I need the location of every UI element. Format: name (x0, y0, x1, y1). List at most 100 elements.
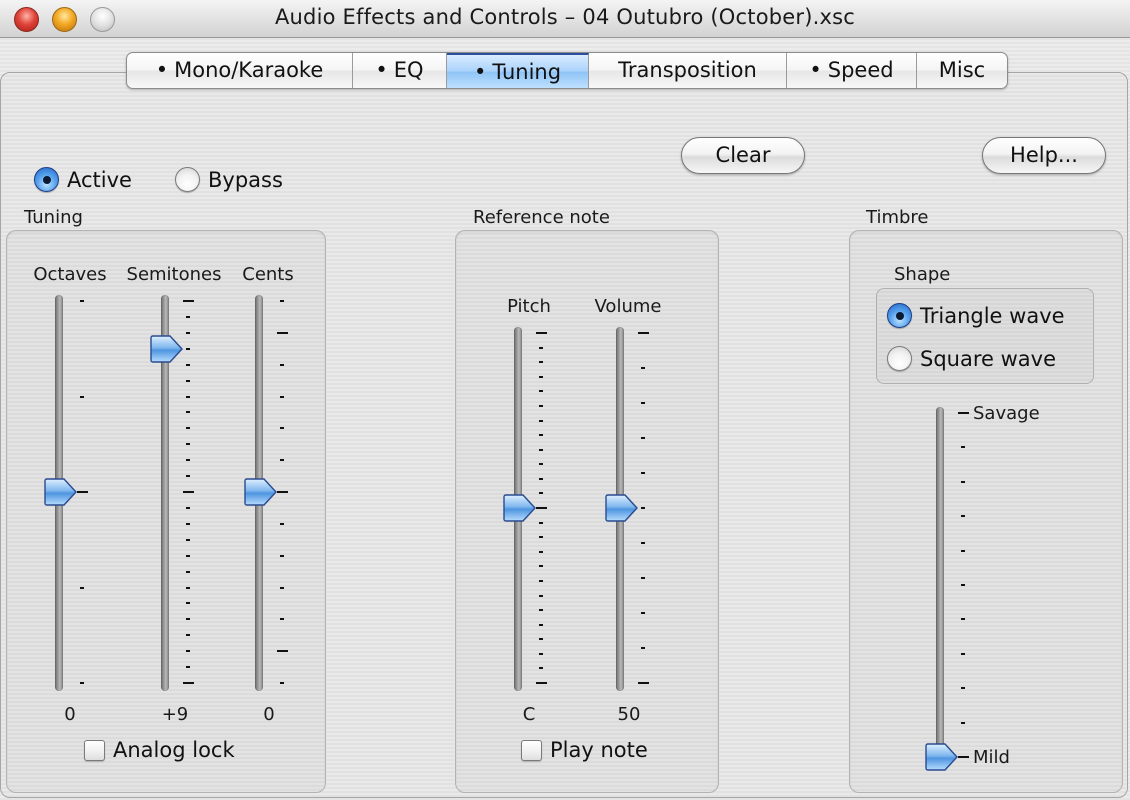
semitones-tick-mark (186, 331, 190, 334)
semitones-slider-thumb[interactable] (150, 335, 184, 363)
tab-tuning[interactable]: • Tuning (447, 53, 589, 88)
cents-tick-mark (280, 427, 284, 430)
tab-misc[interactable]: Misc (917, 53, 1007, 88)
pitch-tick-mark (539, 638, 543, 641)
pitch-tick-mark (536, 507, 547, 509)
semitones-tick-mark (183, 682, 194, 684)
cents-tick-mark (280, 395, 284, 398)
play-note-checkbox[interactable]: Play note (521, 738, 648, 762)
timbre-slider-track[interactable] (936, 407, 944, 765)
clear-button[interactable]: Clear (681, 137, 805, 174)
volume-tick-mark (638, 332, 649, 334)
audio-effects-window: Audio Effects and Controls – 04 Outubro … (0, 0, 1130, 800)
play-note-label: Play note (550, 738, 648, 762)
semitones-tick-mark (186, 315, 190, 318)
octaves-tick-mark (80, 300, 84, 302)
title-bar[interactable]: Audio Effects and Controls – 04 Outubro … (0, 0, 1130, 38)
semitones-tick-mark (186, 666, 190, 669)
timbre-tick-mark (961, 584, 965, 586)
octaves-slider-thumb[interactable] (44, 478, 78, 506)
timbre-tick-mark (961, 446, 965, 449)
pitch-tick-mark (539, 463, 543, 466)
volume-slider-thumb[interactable] (605, 494, 639, 522)
checkbox-unchecked-icon (521, 739, 542, 761)
pitch-tick-mark (539, 623, 543, 626)
cents-label: Cents (242, 264, 294, 285)
active-radio[interactable]: Active (34, 167, 132, 192)
analog-lock-checkbox[interactable]: Analog lock (84, 738, 235, 762)
timbre-slider-thumb[interactable] (925, 743, 959, 771)
volume-tick-mark (641, 367, 645, 369)
timbre-tick-mark (961, 652, 965, 655)
pitch-tick-mark (539, 434, 543, 437)
octaves-value: 0 (64, 704, 76, 725)
cents-tick-mark (280, 554, 284, 557)
semitones-tick-mark (186, 347, 190, 350)
semitones-tick-mark (186, 650, 190, 653)
pitch-tick-mark (539, 346, 543, 349)
volume-tick-mark (641, 647, 645, 649)
bypass-radio[interactable]: Bypass (175, 167, 283, 192)
triangle-wave-label: Triangle wave (920, 303, 1065, 328)
tab-label: Speed (827, 58, 894, 82)
tab-label: Misc (938, 58, 986, 82)
cents-tick-mark (277, 491, 288, 493)
square-wave-radio[interactable]: Square wave (887, 346, 1056, 371)
pitch-tick-mark (539, 550, 543, 553)
pitch-tick-mark (539, 652, 543, 655)
pitch-tick-mark (539, 594, 543, 597)
pitch-tick-mark (539, 609, 543, 612)
radio-selected-icon (887, 303, 912, 328)
triangle-wave-radio[interactable]: Triangle wave (887, 303, 1065, 328)
tab-eq[interactable]: • EQ (353, 53, 447, 88)
radio-selected-icon (34, 167, 59, 192)
octaves-tick-mark (80, 682, 84, 684)
pitch-tick-mark (536, 332, 547, 334)
semitones-tick-mark (186, 554, 190, 557)
cents-slider-thumb[interactable] (244, 478, 278, 506)
shape-label: Shape (894, 264, 951, 285)
tab-transposition[interactable]: Transposition (589, 53, 787, 88)
pitch-tick-mark (536, 682, 547, 684)
timbre-tick-mark (961, 687, 965, 690)
tuning-group-label: Tuning (24, 207, 83, 228)
volume-tick-mark (641, 437, 645, 439)
timbre-top-label: Savage (973, 403, 1040, 424)
pitch-tick-mark (539, 579, 543, 582)
volume-tick-mark (641, 577, 645, 579)
semitones-tick-mark (183, 300, 194, 302)
timbre-group-label: Timbre (866, 207, 929, 228)
timbre-tick-mark (958, 412, 969, 414)
timbre-bottom-label: Mild (973, 747, 1010, 768)
tab-mono-karaoke[interactable]: • Mono/Karaoke (127, 53, 353, 88)
cents-tick-mark (280, 459, 284, 462)
volume-value: 50 (617, 704, 641, 725)
tab-active-indicator-icon: • (809, 58, 822, 82)
pitch-tick-mark (539, 375, 543, 378)
tab-speed[interactable]: • Speed (787, 53, 917, 88)
octaves-label: Octaves (33, 264, 107, 285)
tab-active-indicator-icon: • (375, 58, 388, 82)
semitones-tick-mark (183, 491, 194, 493)
cents-tick-mark (280, 682, 284, 684)
timbre-tick-mark (961, 549, 965, 552)
help-button[interactable]: Help... (982, 137, 1106, 174)
timbre-tick-mark (961, 515, 965, 518)
pitch-tick-mark (539, 536, 543, 539)
pitch-value: C (522, 704, 536, 725)
semitones-tick-mark (186, 506, 190, 509)
cents-tick-mark (280, 363, 284, 366)
pitch-tick-mark (539, 492, 543, 495)
tab-active-indicator-icon: • (155, 58, 169, 82)
pitch-tick-mark (539, 390, 543, 393)
timbre-tick-mark (958, 756, 969, 758)
volume-tick-mark (641, 472, 645, 474)
pitch-tick-mark (539, 667, 543, 670)
semitones-tick-mark (186, 459, 190, 462)
cents-tick-mark (280, 300, 284, 302)
semitones-tick-mark (186, 379, 190, 382)
pitch-slider-thumb[interactable] (503, 494, 537, 522)
semitones-value: +9 (161, 704, 189, 725)
pitch-tick-mark (539, 404, 543, 407)
volume-tick-mark (641, 612, 645, 614)
